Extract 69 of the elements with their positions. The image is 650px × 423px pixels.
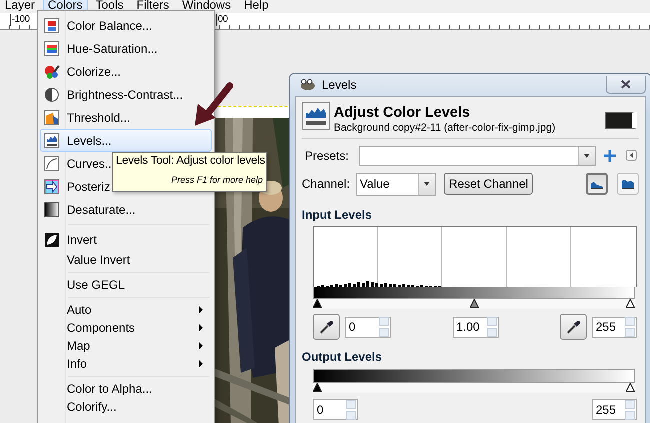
histogram-icon xyxy=(44,132,60,148)
menu-item[interactable]: Brightness-Contrast... xyxy=(40,83,188,106)
app-icon xyxy=(299,79,317,91)
menu-item[interactable]: Threshold... xyxy=(40,106,134,129)
menu-item[interactable]: Color Balance... xyxy=(40,14,156,37)
field-label: Presets: xyxy=(305,148,350,162)
menu-item[interactable]: Hue-Saturation... xyxy=(40,37,162,60)
eyedropper-button[interactable] xyxy=(313,314,340,340)
number-field[interactable]: 255 xyxy=(592,399,637,420)
pointer-arrow xyxy=(195,82,234,126)
menu-item[interactable]: Auto xyxy=(40,301,212,319)
menu-item[interactable]: Levels... xyxy=(40,129,212,152)
ruler-label: 00 xyxy=(216,14,228,26)
window-title: Levels xyxy=(322,78,357,92)
menu-item[interactable]: Filters xyxy=(132,0,174,13)
tooltip-hint: Press F1 for more help xyxy=(170,175,263,185)
section-heading: Output Levels xyxy=(302,350,384,364)
histogram-mode-button[interactable] xyxy=(617,173,639,195)
menu-item[interactable]: Info xyxy=(40,355,212,373)
threshold-icon xyxy=(44,110,60,126)
menu-item[interactable]: Curves.. xyxy=(40,152,116,175)
histogram-mode-button[interactable] xyxy=(586,173,608,195)
paint-splash-icon xyxy=(44,64,60,80)
menu-item[interactable]: Help xyxy=(239,0,274,13)
layer-thumbnail xyxy=(605,112,637,129)
gradient-arrow-icon xyxy=(44,178,60,194)
layer-name: Background copy#2-11 (after-color-fix-gimp.jpg) xyxy=(334,122,557,134)
number-field[interactable]: 0 xyxy=(313,399,358,420)
half-circle-icon xyxy=(44,86,60,102)
menu-item[interactable]: Posteriz xyxy=(40,175,114,198)
reset-channel-button[interactable]: Reset Channel xyxy=(444,173,534,195)
submenu-arrow-icon xyxy=(199,360,203,368)
tooltip-title: Levels Tool: Adjust color levels xyxy=(116,155,263,167)
menu-item[interactable]: Color to Alpha... xyxy=(40,380,156,398)
eyedropper-button[interactable] xyxy=(560,314,587,340)
channel-dropdown[interactable]: Value xyxy=(356,172,436,196)
submenu-arrow-icon xyxy=(199,324,203,332)
number-field[interactable]: 255 xyxy=(592,316,637,338)
close-button[interactable] xyxy=(606,76,646,94)
menu-item[interactable]: Value Invert xyxy=(40,251,134,269)
eyedropper-icon xyxy=(318,319,334,335)
section-heading: Input Levels xyxy=(302,208,374,222)
eyedropper-icon xyxy=(566,319,582,335)
dialog-heading: Adjust Color Levels xyxy=(334,105,472,121)
submenu-arrow-icon xyxy=(199,342,203,350)
close-icon xyxy=(621,80,631,89)
menu-item[interactable]: Colorize... xyxy=(40,60,126,83)
field-label: Channel: xyxy=(302,177,350,191)
rainbow-icon xyxy=(44,40,60,56)
submenu-arrow-icon xyxy=(199,306,203,314)
histogram-icon xyxy=(302,102,330,130)
add-icon[interactable] xyxy=(604,150,616,162)
number-field[interactable]: 1.00 xyxy=(452,316,498,338)
menu-item[interactable]: Desaturate... xyxy=(40,198,140,221)
menu-item[interactable]: Colorify... xyxy=(40,398,121,416)
sliders-icon xyxy=(44,18,60,34)
number-field[interactable]: 0 xyxy=(345,316,391,338)
curve-icon xyxy=(44,156,60,172)
menu-item[interactable]: Tools xyxy=(90,0,129,13)
menu-item[interactable]: Windows xyxy=(177,0,236,13)
menu-item[interactable]: Invert xyxy=(40,228,102,251)
leaf-icon xyxy=(44,232,60,248)
menu-item[interactable]: Use GEGL xyxy=(40,276,130,294)
menu-item[interactable]: Layer xyxy=(0,0,40,13)
gradient-square-icon xyxy=(44,202,60,218)
histogram-mode-icon xyxy=(621,178,635,190)
ruler-label: -100 xyxy=(10,14,30,26)
menu-item[interactable]: Components xyxy=(40,319,212,337)
menu-item[interactable]: Map xyxy=(40,337,212,355)
